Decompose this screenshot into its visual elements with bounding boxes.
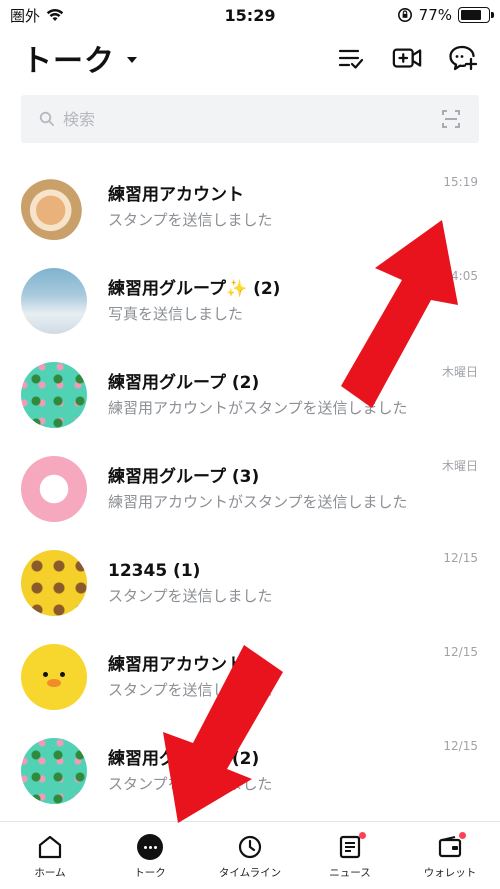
chat-preview: 練習用アカウントがスタンプを送信しました [108,399,408,417]
carrier-label: 圏外 [10,6,41,25]
video-call-button[interactable] [392,43,422,73]
search-input[interactable] [63,109,441,129]
status-bar: 圏外 15:29 77% [0,0,500,30]
header: トーク [0,30,500,86]
checklist-icon [338,49,364,69]
chat-row[interactable]: 練習用グループ (2) 練習用アカウントがスタンプを送信しました 木曜日 [0,348,500,442]
nav-talk[interactable]: トーク [100,822,200,889]
chat-row[interactable]: 練習用グループ✨ (2) 写真を送信しました 14:05 [0,254,500,348]
chat-text: 練習用グループ✨ (2) 写真を送信しました [108,277,418,325]
chat-row[interactable]: 12345 (1) スタンプを送信しました 12/15 [0,536,500,630]
wifi-icon [46,9,64,21]
video-call-icon [392,48,422,68]
header-actions [336,43,478,73]
chat-name: 練習用グループ (3) [108,467,260,487]
chat-preview: スタンプを送信しました [108,211,273,229]
chat-row[interactable]: 練習用グループ (3) 練習用アカウントがスタンプを送信しました 木曜日 [0,442,500,536]
chat-preview: スタンプを送信しました [108,587,273,605]
home-icon [38,835,62,859]
new-chat-icon [449,45,478,71]
avatar [21,550,87,616]
chevron-down-icon [127,57,137,63]
nav-label: ホーム [34,867,66,879]
new-chat-button[interactable] [448,43,478,73]
notification-dot [359,832,366,839]
chat-time: 14:05 [443,269,478,283]
avatar-eye [60,672,65,677]
edit-list-button[interactable] [336,43,366,73]
nav-home[interactable]: ホーム [0,822,100,889]
chat-time: 木曜日 [441,365,478,379]
talk-icon [137,834,163,860]
clock-icon [238,835,262,859]
chat-name: 練習用グループ✨ (2) [108,279,281,299]
avatar [21,738,87,804]
search-bar[interactable] [21,95,479,143]
avatar-eye [43,672,48,677]
chat-name: 練習用グループ (2) [108,373,260,393]
chat-text: 練習用アカウント スタンプを送信しました [108,183,418,231]
bottom-nav: ホーム トーク タイムライン ニュース ウォレット [0,821,500,889]
nav-label: ウォレット [423,867,477,879]
chat-time: 12/15 [443,645,478,659]
nav-news[interactable]: ニュース [300,822,400,889]
chat-name: 練習用アカウント [108,185,244,205]
status-left: 圏外 [10,5,64,26]
nav-wallet[interactable]: ウォレット [400,822,500,889]
avatar [21,268,87,334]
chat-list: 練習用アカウント スタンプを送信しました 15:19 練習用グループ✨ (2) … [0,160,500,820]
search-icon [39,111,54,126]
chat-time: 木曜日 [441,459,478,473]
nav-timeline[interactable]: タイムライン [200,822,300,889]
battery-fill [461,10,482,20]
chat-time: 12/15 [443,551,478,565]
avatar [21,174,87,240]
avatar-beak [47,679,61,687]
chat-preview: 写真を送信しました [108,305,244,323]
title-dropdown[interactable]: トーク [22,36,137,80]
avatar [21,362,87,428]
chat-row[interactable]: 練習用アカウント スタンプを送信しました 12/15 [0,630,500,724]
avatar [21,644,87,710]
chat-row[interactable]: 練習用アカウント スタンプを送信しました 15:19 [0,160,500,254]
chat-time: 15:19 [443,175,478,189]
battery-percent: 77% [418,6,452,24]
chat-text: 練習用グループ (2) スタンプを送信しました [108,747,418,795]
orientation-lock-icon [397,8,412,22]
chat-row[interactable]: 練習用グループ (2) スタンプを送信しました 12/15 [0,724,500,818]
nav-label: タイムライン [218,867,282,879]
chat-preview: スタンプを送信しました [108,775,273,793]
status-right: 77% [397,6,494,24]
chat-text: 練習用グループ (3) 練習用アカウントがスタンプを送信しました [108,465,418,513]
nav-label: トーク [134,867,166,879]
notification-dot [459,832,466,839]
chat-name: 練習用アカウント [108,655,244,675]
chat-preview: 練習用アカウントがスタンプを送信しました [108,493,408,511]
battery-icon [458,7,494,23]
page-title: トーク [22,44,115,79]
avatar [21,456,87,522]
chat-name: 12345 (1) [108,561,201,581]
scan-icon[interactable] [441,109,461,129]
chat-text: 練習用グループ (2) 練習用アカウントがスタンプを送信しました [108,371,418,419]
chat-text: 練習用アカウント スタンプを送信しました [108,653,418,701]
nav-label: ニュース [329,867,371,879]
chat-time: 12/15 [443,739,478,753]
chat-preview: スタンプを送信しました [108,681,273,699]
chat-name: 練習用グループ (2) [108,749,260,769]
chat-text: 12345 (1) スタンプを送信しました [108,559,418,607]
